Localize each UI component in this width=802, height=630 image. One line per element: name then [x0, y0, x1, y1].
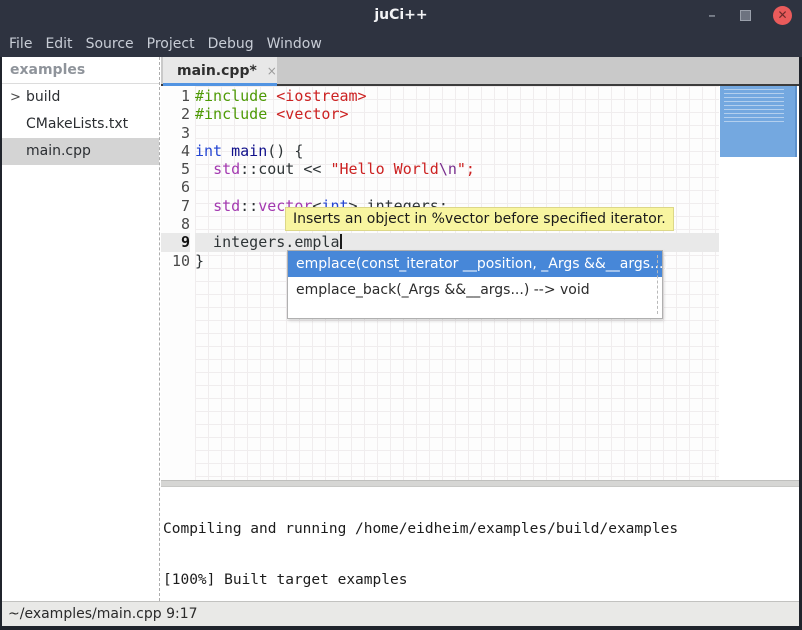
token [267, 87, 276, 105]
menu-source[interactable]: Source [86, 36, 134, 52]
line-number: 10 [161, 252, 190, 270]
menubar: File Edit Source Project Debug Window [0, 30, 802, 57]
token: "Hello World [330, 160, 438, 178]
menu-project[interactable]: Project [147, 36, 195, 52]
token [222, 142, 231, 160]
token: << [294, 160, 330, 178]
terminal-line: Compiling and running /home/eidheim/exam… [163, 521, 799, 538]
token: cout [258, 160, 294, 178]
token [267, 105, 276, 123]
token: std [213, 197, 240, 215]
autocomplete-item-selected[interactable]: emplace(const_iterator __position, _Args… [288, 251, 662, 277]
terminal-output[interactable]: Compiling and running /home/eidheim/exam… [161, 487, 799, 601]
line-number: 8 [161, 215, 190, 233]
line-number: 7 [161, 197, 190, 215]
token: #include [195, 87, 267, 105]
token: <iostream> [276, 87, 366, 105]
token: int [195, 142, 222, 160]
chevron-right-icon[interactable]: > [10, 84, 26, 111]
line-number-current: 9 [161, 233, 190, 251]
token: std [213, 160, 240, 178]
token: \n [439, 160, 457, 178]
token: () { [267, 142, 303, 160]
minimize-button[interactable]: – [706, 10, 718, 20]
code-line: std::cout << "Hello World\n"; [195, 160, 719, 178]
file-label: main.cpp [2, 143, 91, 159]
folder-label: build [26, 89, 60, 105]
text-cursor [340, 234, 342, 249]
line-number: 6 [161, 178, 190, 196]
menu-edit[interactable]: Edit [45, 36, 72, 52]
minimap-overview[interactable] [720, 86, 797, 157]
line-number: 2 [161, 105, 190, 123]
token [195, 197, 213, 215]
token: <vector> [276, 105, 348, 123]
titlebar[interactable]: juCi++ – ✕ [0, 0, 802, 30]
tab-main-cpp[interactable]: main.cpp* × [163, 57, 277, 84]
line-number: 4 [161, 142, 190, 160]
line-number: 1 [161, 87, 190, 105]
autocomplete-item[interactable]: emplace_back(_Args &&__args...) --> void [288, 277, 662, 303]
token: integers.empla [195, 233, 340, 251]
code-line: int main() { [195, 142, 719, 160]
code-line: #include <iostream> [195, 87, 719, 105]
menu-debug[interactable]: Debug [208, 36, 254, 52]
autocomplete-scrollbar[interactable] [657, 255, 658, 314]
token: :: [240, 160, 258, 178]
line-number: 5 [161, 160, 190, 178]
window-border-bottom [0, 626, 802, 630]
token: :: [240, 197, 258, 215]
restore-icon[interactable] [740, 10, 751, 21]
menu-window[interactable]: Window [267, 36, 322, 52]
token [195, 160, 213, 178]
file-tree-panel: examples >build CMakeLists.txt main.cpp [2, 57, 159, 601]
token: } [195, 252, 204, 270]
doc-tooltip: Inserts an object in %vector before spec… [285, 207, 674, 231]
code-line-current: integers.empla [195, 233, 719, 251]
terminal-line: [100%] Built target examples [163, 572, 799, 589]
minimap-code-lines [724, 89, 784, 123]
terminal-splitter[interactable] [161, 480, 799, 487]
file-label: CMakeLists.txt [2, 116, 128, 132]
line-number-gutter: 1 2 3 4 5 6 7 8 9 10 [161, 86, 195, 480]
code-line [195, 124, 719, 142]
line-number: 3 [161, 124, 190, 142]
sidebar-item-cmakelists[interactable]: CMakeLists.txt [2, 111, 159, 138]
project-name-header: examples [2, 57, 159, 84]
token: "; [457, 160, 475, 178]
app-window: juCi++ – ✕ File Edit Source Project Debu… [0, 0, 802, 630]
autocomplete-popup: emplace(const_iterator __position, _Args… [287, 250, 663, 319]
window-title: juCi++ [0, 0, 802, 30]
window-controls: – ✕ [706, 0, 792, 30]
token: main [231, 142, 267, 160]
token: #include [195, 105, 267, 123]
statusbar-file-position: ~/examples/main.cpp 9:17 [8, 606, 198, 622]
sidebar-item-main-cpp[interactable]: main.cpp [2, 138, 159, 165]
menu-file[interactable]: File [9, 36, 32, 52]
tabbar: main.cpp* × [161, 57, 799, 86]
autocomplete-padding [288, 303, 662, 318]
close-button[interactable]: ✕ [773, 6, 792, 25]
sidebar-splitter[interactable] [159, 57, 160, 601]
code-line: #include <vector> [195, 105, 719, 123]
code-line [195, 178, 719, 196]
tab-label: main.cpp* [177, 63, 257, 79]
window-border-left [0, 57, 2, 626]
sidebar-item-build[interactable]: >build [2, 84, 159, 111]
statusbar: ~/examples/main.cpp 9:17 [0, 601, 802, 626]
tab-close-icon[interactable]: × [267, 64, 277, 78]
